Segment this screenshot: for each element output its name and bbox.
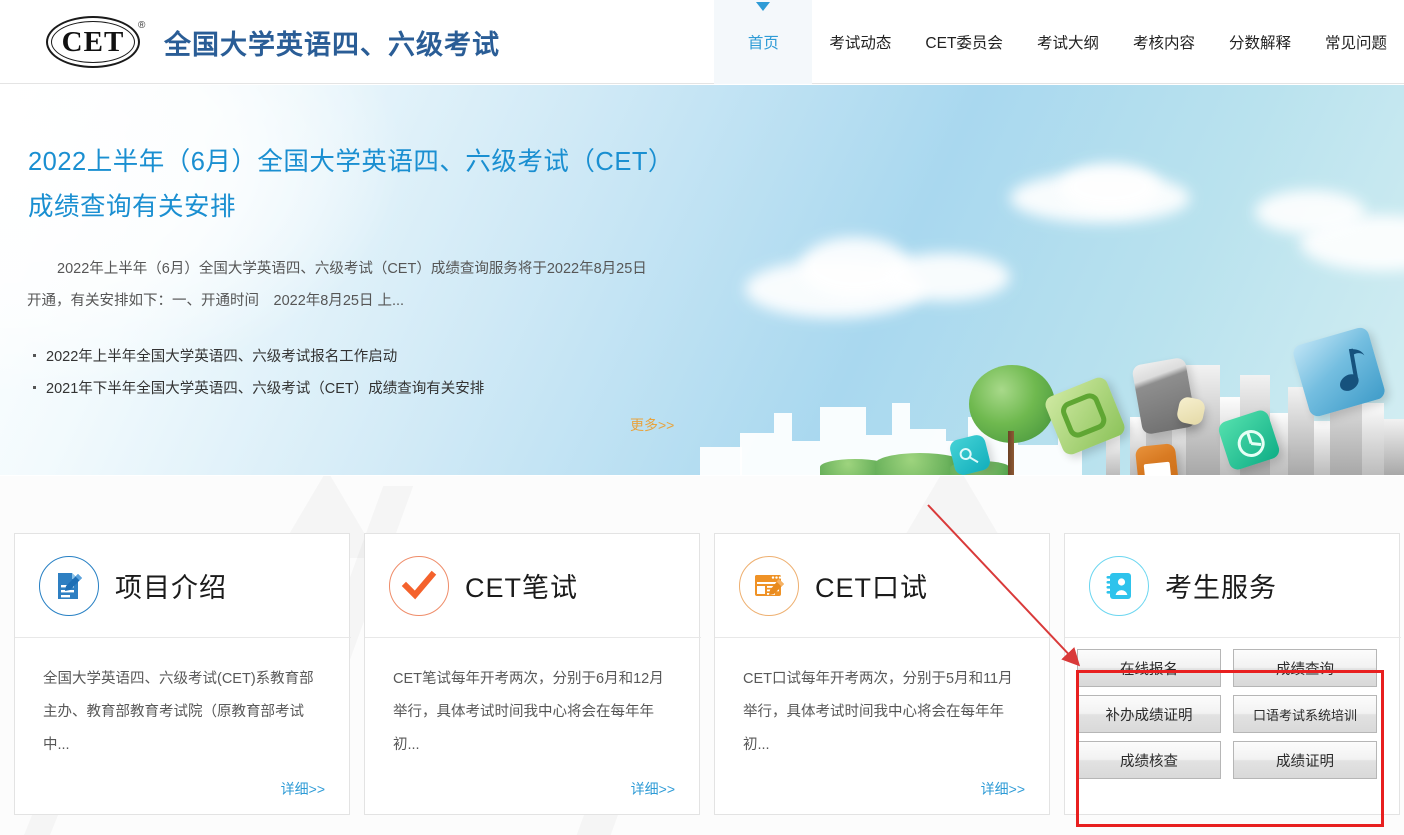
nav-item-score-interpretation[interactable]: 分数解释: [1212, 0, 1308, 84]
nav-item-cet-committee[interactable]: CET委员会: [908, 0, 1020, 84]
nav-item-cet-committee-label: CET委员会: [925, 31, 1003, 53]
nav-item-home-label: 首页: [748, 31, 779, 53]
banner-text-block: 2022上半年（6月）全国大学英语四、六级考试（CET）成绩查询有关安排 202…: [0, 85, 700, 475]
nav-item-faq-label: 常见问题: [1325, 31, 1387, 53]
logo-text: CET: [46, 16, 140, 68]
card-description: CET口试每年开考两次，分别于5月和11月举行，具体考试时间我中心将会在每年年初…: [743, 663, 1023, 762]
nav-item-exam-news[interactable]: 考试动态: [812, 0, 908, 84]
floating-cube-orange: [1135, 443, 1179, 475]
card-detail-link[interactable]: 详细>>: [281, 779, 325, 799]
cloud-icon: [880, 253, 1010, 301]
card-body: CET笔试每年开考两次，分别于6月和12月举行，具体考试时间我中心将会在每年年初…: [365, 639, 701, 815]
brand[interactable]: CET ® 全国大学英语四、六级考试: [46, 14, 500, 70]
card-detail-link[interactable]: 详细>>: [981, 779, 1025, 799]
banner-more-link[interactable]: 更多>>: [630, 415, 674, 435]
card-description: 全国大学英语四、六级考试(CET)系教育部主办、教育部教育考试院（原教育部考试中…: [43, 663, 323, 762]
card-title: CET笔试: [465, 566, 578, 605]
card-title: 考生服务: [1165, 566, 1277, 605]
card-body: 在线报名 成绩查询 补办成绩证明 口语考试系统培训 成绩核查 成绩证明: [1065, 639, 1401, 815]
document-pencil-icon: [39, 556, 99, 616]
card-header: 项目介绍: [15, 534, 351, 638]
browser-pencil-icon: [739, 556, 799, 616]
cards-section: 项目介绍 全国大学英语四、六级考试(CET)系教育部主办、教育部教育考试院（原教…: [0, 476, 1404, 835]
card-title: CET口试: [815, 566, 928, 605]
main-nav: 首页 考试动态 CET委员会 考试大纲 考核内容 分数解释 常见问题: [714, 0, 1404, 84]
service-button-reissue-certificate[interactable]: 补办成绩证明: [1077, 695, 1221, 733]
nav-item-syllabus[interactable]: 考试大纲: [1020, 0, 1116, 84]
card-detail-link[interactable]: 详细>>: [631, 779, 675, 799]
nav-item-exam-news-label: 考试动态: [829, 31, 891, 53]
service-button-score-certificate[interactable]: 成绩证明: [1233, 741, 1377, 779]
card-body: 全国大学英语四、六级考试(CET)系教育部主办、教育部教育考试院（原教育部考试中…: [15, 639, 351, 815]
card-body: CET口试每年开考两次，分别于5月和11月举行，具体考试时间我中心将会在每年年初…: [715, 639, 1051, 815]
nav-item-home[interactable]: 首页: [714, 0, 812, 84]
caret-down-icon: [756, 2, 770, 11]
service-button-grid: 在线报名 成绩查询 补办成绩证明 口语考试系统培训 成绩核查 成绩证明: [1077, 649, 1377, 779]
service-button-score-verification[interactable]: 成绩核查: [1077, 741, 1221, 779]
card-cet-oral[interactable]: CET口试 CET口试每年开考两次，分别于5月和11月举行，具体考试时间我中心将…: [714, 533, 1050, 815]
list-item[interactable]: 2021年下半年全国大学英语四、六级考试（CET）成绩查询有关安排: [30, 375, 660, 403]
brand-title: 全国大学英语四、六级考试: [164, 23, 500, 62]
cloud-icon: [1255, 190, 1365, 234]
card-title: 项目介绍: [115, 566, 227, 605]
service-button-score-query[interactable]: 成绩查询: [1233, 649, 1377, 687]
card-project-intro[interactable]: 项目介绍 全国大学英语四、六级考试(CET)系教育部主办、教育部教育考试院（原教…: [14, 533, 350, 815]
card-description: CET笔试每年开考两次，分别于6月和12月举行，具体考试时间我中心将会在每年年初…: [393, 663, 673, 762]
card-header: 考生服务: [1065, 534, 1401, 638]
nav-item-faq[interactable]: 常见问题: [1308, 0, 1404, 84]
address-book-icon: [1089, 556, 1149, 616]
cloud-icon: [1060, 163, 1160, 211]
nav-item-score-interpretation-label: 分数解释: [1229, 31, 1291, 53]
card-candidate-services[interactable]: 考生服务 在线报名 成绩查询 补办成绩证明 口语考试系统培训 成绩核查 成绩证明: [1064, 533, 1400, 815]
banner-description: 2022年上半年（6月）全国大学英语四、六级考试（CET）成绩查询服务将于202…: [27, 253, 647, 317]
nav-item-assessment-content-label: 考核内容: [1133, 31, 1195, 53]
card-header: CET口试: [715, 534, 1051, 638]
nav-item-assessment-content[interactable]: 考核内容: [1116, 0, 1212, 84]
card-header: CET笔试: [365, 534, 701, 638]
cet-homepage: CET ® 全国大学英语四、六级考试 首页 考试动态 CET委员会 考试大纲 考…: [0, 0, 1404, 835]
site-header: CET ® 全国大学英语四、六级考试 首页 考试动态 CET委员会 考试大纲 考…: [0, 0, 1404, 84]
service-button-online-registration[interactable]: 在线报名: [1077, 649, 1221, 687]
banner-news-list: 2022年上半年全国大学英语四、六级考试报名工作启动 2021年下半年全国大学英…: [30, 343, 660, 407]
check-mark-icon: [389, 556, 449, 616]
registered-trademark-icon: ®: [138, 20, 145, 31]
service-button-oral-exam-training[interactable]: 口语考试系统培训: [1233, 695, 1377, 733]
nav-item-syllabus-label: 考试大纲: [1037, 31, 1099, 53]
cet-logo-icon: CET ®: [46, 14, 154, 70]
banner-title[interactable]: 2022上半年（6月）全国大学英语四、六级考试（CET）成绩查询有关安排: [28, 140, 678, 230]
card-cet-written[interactable]: CET笔试 CET笔试每年开考两次，分别于6月和12月举行，具体考试时间我中心将…: [364, 533, 700, 815]
list-item[interactable]: 2022年上半年全国大学英语四、六级考试报名工作启动: [30, 343, 660, 371]
